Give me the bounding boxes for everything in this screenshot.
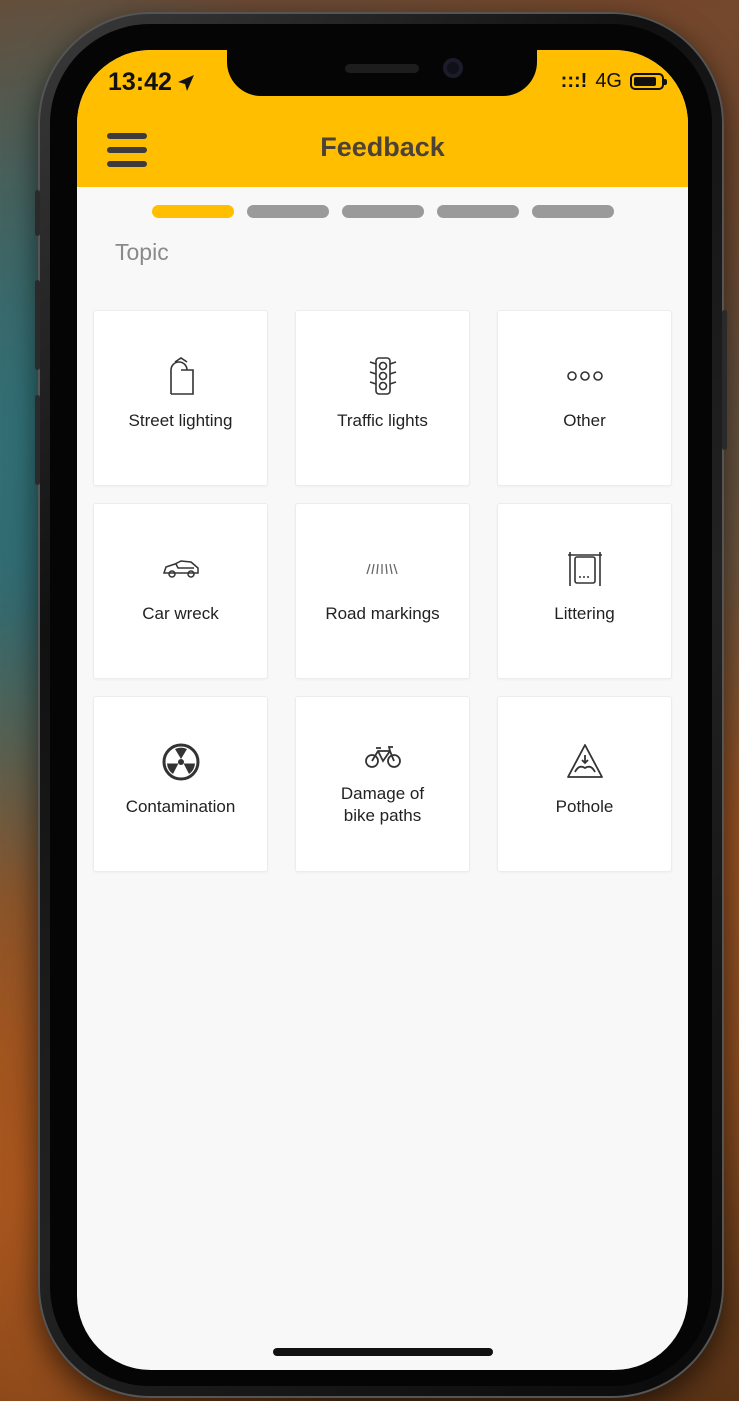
topic-tile-littering[interactable]: Littering: [497, 503, 672, 679]
topic-tile-street-lighting[interactable]: Street lighting: [93, 310, 268, 486]
topic-tile-traffic-lights[interactable]: Traffic lights: [295, 310, 470, 486]
radiation-icon: [161, 742, 201, 782]
topic-tile-other[interactable]: Other: [497, 310, 672, 486]
topic-tile-car-wreck[interactable]: Car wreck: [93, 503, 268, 679]
progress-step-2: [247, 205, 329, 218]
front-camera: [443, 58, 463, 78]
progress-step-5: [532, 205, 614, 218]
status-time: 13:42: [108, 68, 196, 97]
topic-tile-pothole[interactable]: Pothole: [497, 696, 672, 872]
battery-icon: [630, 73, 667, 90]
signal-strength-icon: :::!: [560, 70, 588, 92]
topic-label: Car wreck: [142, 604, 219, 623]
location-arrow-icon: [177, 74, 194, 91]
topic-label: Street lighting: [128, 411, 233, 430]
progress-step-4: [437, 205, 519, 218]
topic-label: Traffic lights: [337, 411, 428, 430]
phone-volume-down-button: [35, 395, 40, 485]
topic-label: Damage of bike paths: [340, 784, 425, 825]
network-type: 4G: [595, 70, 622, 92]
app-screen: 13:42 :::! 4G Feedback Topic Street ligh…: [77, 50, 688, 1370]
step-progress: [152, 205, 614, 218]
page-title: Feedback: [320, 132, 445, 162]
progress-step-1: [152, 205, 234, 218]
topic-label: Road markings: [325, 604, 440, 623]
topic-tile-bike-paths[interactable]: Damage of bike paths: [295, 696, 470, 872]
pothole-icon: [565, 742, 605, 782]
street-lamp-icon: [161, 356, 201, 396]
notch-speaker: [345, 64, 419, 73]
topic-heading: Topic: [115, 239, 169, 265]
progress-step-3: [342, 205, 424, 218]
status-indicators: :::! 4G: [560, 70, 667, 93]
phone-power-button: [722, 310, 727, 450]
bicycle-icon: [363, 737, 403, 777]
topic-label: Littering: [554, 604, 615, 623]
phone-notch: [227, 50, 537, 96]
more-dots-icon: [565, 356, 605, 396]
home-indicator[interactable]: [273, 1348, 493, 1356]
road-markings-icon: [363, 549, 403, 589]
status-time-text: 13:42: [108, 68, 172, 96]
topic-tile-contamination[interactable]: Contamination: [93, 696, 268, 872]
topic-label: Pothole: [555, 797, 614, 816]
topic-tile-road-markings[interactable]: Road markings: [295, 503, 470, 679]
car-icon: [161, 549, 201, 589]
phone-volume-up-button: [35, 280, 40, 370]
topic-label: Other: [563, 411, 606, 430]
trash-bin-icon: [565, 549, 605, 589]
phone-mute-switch: [35, 190, 40, 236]
topic-label: Contamination: [125, 797, 236, 816]
topic-grid: Street lighting Traffic lights Other Car…: [93, 310, 672, 872]
traffic-light-icon: [363, 356, 403, 396]
